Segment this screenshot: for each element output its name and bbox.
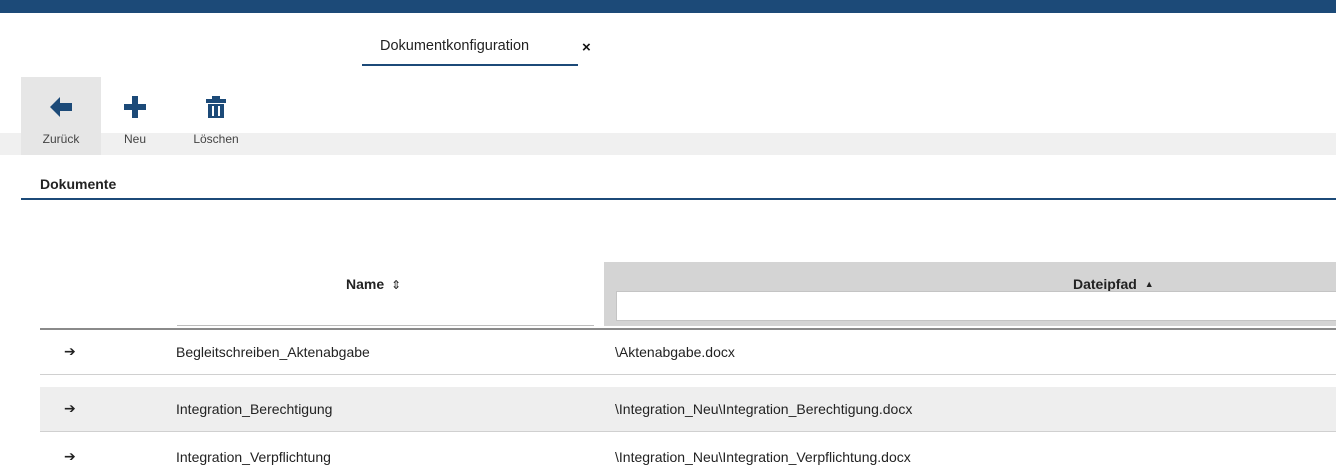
cell-path: \Aktenabgabe.docx	[615, 344, 735, 360]
table-row[interactable]: ➔ Integration_Berechtigung \Integration_…	[40, 387, 1336, 432]
new-label: Neu	[123, 132, 146, 146]
column-header-path-label: Dateipfad	[1073, 276, 1137, 292]
new-button[interactable]: Neu	[113, 77, 157, 155]
table-row[interactable]: ➔ Integration_Verpflichtung \Integration…	[40, 432, 1336, 472]
table-row[interactable]: ➔ Begleitschreiben_Aktenabgabe \Aktenabg…	[40, 330, 1336, 375]
column-header-name[interactable]: Name ⇕	[346, 276, 401, 292]
column-header-path[interactable]: Dateipfad ▲	[1073, 276, 1154, 292]
plus-icon	[124, 96, 146, 123]
delete-button[interactable]: Löschen	[184, 77, 248, 155]
back-button[interactable]: Zurück	[21, 77, 101, 155]
sort-ascending-icon: ▲	[1144, 279, 1154, 289]
cell-path: \Integration_Neu\Integration_Verpflichtu…	[615, 449, 911, 465]
path-filter-input[interactable]	[616, 291, 1336, 321]
sort-both-icon: ⇕	[391, 278, 402, 292]
name-filter-input[interactable]	[177, 299, 594, 326]
column-header-name-label: Name	[346, 276, 385, 292]
trash-icon	[205, 96, 227, 123]
delete-label: Löschen	[193, 132, 239, 146]
tab-dokumentkonfiguration[interactable]: Dokumentkonfiguration	[362, 36, 578, 66]
cell-name: Begleitschreiben_Aktenabgabe	[176, 344, 370, 360]
cell-name: Integration_Verpflichtung	[176, 449, 331, 465]
back-label: Zurück	[42, 132, 80, 146]
section-divider	[21, 198, 1336, 200]
tab-close-icon[interactable]: ×	[582, 40, 591, 56]
arrow-left-icon	[49, 96, 73, 123]
cell-name: Integration_Berechtigung	[176, 401, 333, 417]
cell-path: \Integration_Neu\Integration_Berechtigun…	[615, 401, 913, 417]
row-arrow-icon[interactable]: ➔	[64, 343, 76, 360]
app-top-bar	[0, 0, 1336, 13]
row-arrow-icon[interactable]: ➔	[64, 400, 76, 417]
section-title: Dokumente	[40, 176, 117, 192]
row-arrow-icon[interactable]: ➔	[64, 448, 76, 465]
tab-label: Dokumentkonfiguration	[380, 38, 530, 54]
